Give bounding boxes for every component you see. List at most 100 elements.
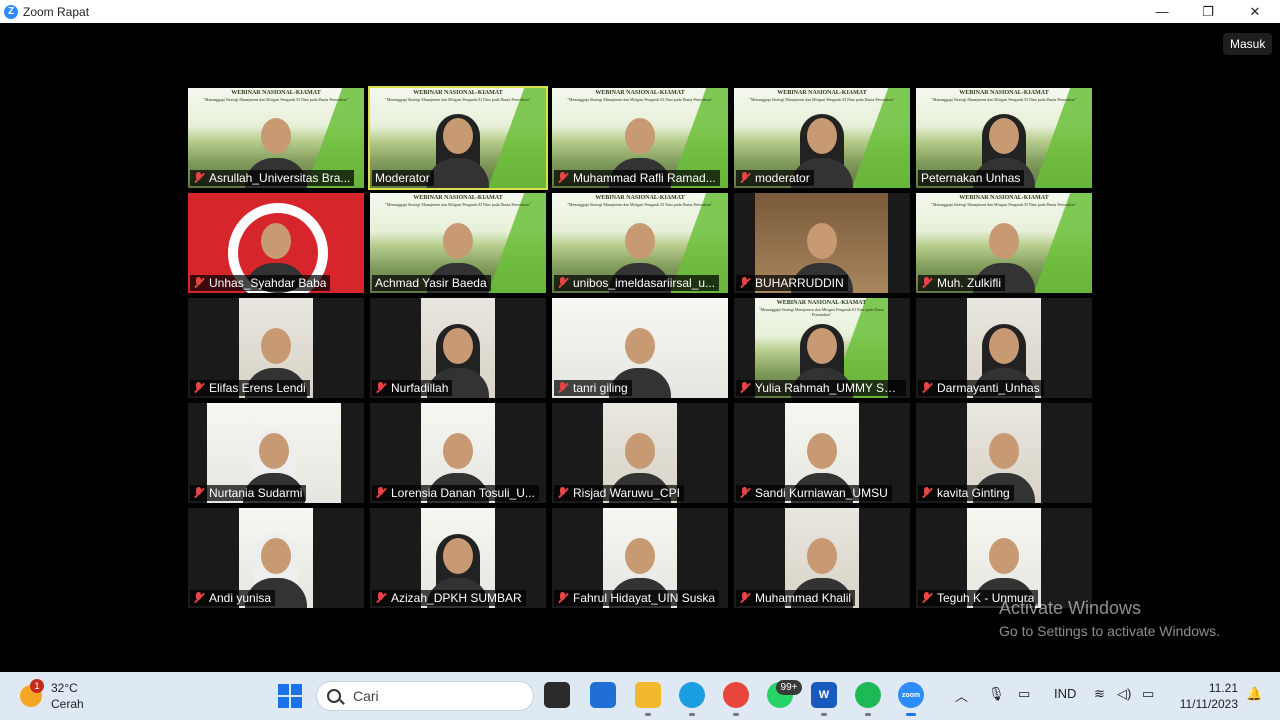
word-icon[interactable]: W — [811, 682, 837, 708]
whatsapp-badge: 99+ — [776, 680, 802, 695]
participant-tile[interactable]: WEBINAR NASIONAL-KIAMAT "Menanggapi Strat… — [734, 298, 910, 398]
participant-name: kavita Ginting — [937, 486, 1010, 500]
banner-subtitle: "Menanggapi Strategi Manajemen dan Mitig… — [749, 97, 895, 102]
participant-tile[interactable]: WEBINAR NASIONAL-KIAMAT "Menanggapi Strat… — [552, 88, 728, 188]
microsoft-store-icon[interactable] — [590, 682, 616, 708]
participant-name: Nurtania Sudarmi — [209, 486, 303, 500]
banner-title: WEBINAR NASIONAL-KIAMAT — [776, 300, 867, 306]
language-indicator[interactable]: IND — [1054, 686, 1076, 701]
participant-name-bar: Lorensia Danan Tosuli_U... — [372, 485, 539, 501]
participant-name-bar: Moderator — [372, 170, 434, 186]
participant-name: unibos_imeldasariirsal_u... — [573, 276, 716, 290]
participant-name-bar: Andi yunisa — [190, 590, 276, 606]
participant-tile[interactable]: Elifas Erens Lendi — [188, 298, 364, 398]
banner-title: WEBINAR NASIONAL-KIAMAT — [777, 90, 867, 96]
clock[interactable]: 11.21 11/11/2023 — [1172, 680, 1238, 712]
mic-muted-icon — [193, 592, 205, 604]
mic-muted-icon — [193, 382, 205, 394]
volume-icon[interactable]: ◁) — [1117, 686, 1131, 702]
wifi-icon[interactable]: ≋ — [1094, 686, 1105, 702]
participant-name-bar: moderator — [736, 170, 814, 186]
task-view-icon[interactable] — [544, 682, 570, 708]
banner-title: WEBINAR NASIONAL-KIAMAT — [595, 90, 685, 96]
participant-name: Asrullah_Universitas Bra... — [209, 171, 351, 185]
participant-name-bar: Yulia Rahmah_UMMY Sol... — [736, 380, 906, 396]
chevron-up-icon[interactable]: ︿ — [955, 686, 968, 705]
mic-muted-icon — [557, 487, 569, 499]
participant-name: Sandi Kurniawan_UMSU — [755, 486, 888, 500]
zoom-icon[interactable]: zoom — [898, 682, 924, 708]
participant-tile[interactable]: Muhammad Khalil — [734, 508, 910, 608]
enter-button[interactable]: Masuk — [1223, 33, 1273, 55]
participant-name-bar: Azizah_DPKH SUMBAR — [372, 590, 526, 606]
participant-name: Muhammad Khalil — [755, 591, 852, 605]
participant-tile[interactable]: tanri giling — [552, 298, 728, 398]
maximize-button[interactable]: ❐ — [1185, 0, 1231, 23]
chrome-icon[interactable] — [723, 682, 749, 708]
mic-muted-icon — [921, 487, 933, 499]
taskbar-search[interactable]: Cari — [316, 681, 534, 711]
windows-start-icon[interactable] — [278, 684, 302, 708]
participant-name-bar: Sandi Kurniawan_UMSU — [736, 485, 892, 501]
zoom-logo-icon: Z — [4, 4, 18, 19]
taskbar: 1 32°C Cerah Cari 99+ W zoom ︿ 🎙 ▭ IND ≋… — [0, 672, 1280, 720]
mic-muted-icon — [921, 592, 933, 604]
participant-name-bar: Risjad Waruwu_CPI — [554, 485, 684, 501]
participant-name: Achmad Yasir Baeda — [375, 276, 487, 290]
participant-tile[interactable]: WEBINAR NASIONAL-KIAMAT "Menanggapi Strat… — [552, 193, 728, 293]
participant-tile[interactable]: kavita Ginting — [916, 403, 1092, 503]
participant-name-bar: Nurtania Sudarmi — [190, 485, 307, 501]
participant-tile[interactable]: WEBINAR NASIONAL-KIAMAT "Menanggapi Strat… — [368, 86, 548, 190]
participant-name: Andi yunisa — [209, 591, 272, 605]
participant-name-bar: Darmayanti_Unhas — [918, 380, 1044, 396]
mic-muted-icon — [921, 382, 933, 394]
clock-date: 11/11/2023 — [1179, 697, 1238, 711]
participant-name: BUHARRUDDIN — [755, 276, 844, 290]
participant-name: moderator — [755, 171, 810, 185]
sun-icon: 1 — [20, 679, 44, 707]
participant-tile[interactable]: Nurfadillah — [370, 298, 546, 398]
participant-tile[interactable]: Andi yunisa — [188, 508, 364, 608]
participant-tile[interactable]: Teguh K - Unmura — [916, 508, 1092, 608]
participant-tile[interactable]: Fahrul Hidayat_UIN Suska — [552, 508, 728, 608]
participant-tile[interactable]: Azizah_DPKH SUMBAR — [370, 508, 546, 608]
participant-tile[interactable]: WEBINAR NASIONAL-KIAMAT "Menanggapi Strat… — [370, 193, 546, 293]
participant-name-bar: Peternakan Unhas — [918, 170, 1025, 186]
mic-muted-icon — [739, 592, 751, 604]
participant-tile[interactable]: Risjad Waruwu_CPI — [552, 403, 728, 503]
participant-tile[interactable]: BUHARRUDDIN — [734, 193, 910, 293]
banner-title: WEBINAR NASIONAL-KIAMAT — [231, 90, 321, 96]
participant-tile[interactable]: Lorensia Danan Tosuli_U... — [370, 403, 546, 503]
close-button[interactable]: ✕ — [1232, 0, 1278, 23]
participant-tile[interactable]: WEBINAR NASIONAL-KIAMAT "Menanggapi Strat… — [916, 88, 1092, 188]
folder-icon[interactable] — [635, 682, 661, 708]
banner-title: WEBINAR NASIONAL-KIAMAT — [413, 90, 503, 96]
banner-subtitle: "Menanggapi Strategi Manajemen dan Mitig… — [931, 97, 1077, 102]
bell-icon[interactable]: 🔔 — [1246, 686, 1262, 702]
banner-title: WEBINAR NASIONAL-KIAMAT — [959, 90, 1049, 96]
weather-condition: Cerah — [51, 697, 84, 711]
battery-icon[interactable]: ▭ — [1142, 686, 1154, 702]
banner-subtitle: "Menanggapi Strategi Manajemen dan Mitig… — [567, 202, 713, 207]
participant-name-bar: kavita Ginting — [918, 485, 1014, 501]
participant-tile[interactable]: Sandi Kurniawan_UMSU — [734, 403, 910, 503]
weather-widget[interactable]: 1 32°C Cerah — [20, 679, 84, 712]
participant-tile[interactable]: WEBINAR NASIONAL-KIAMAT "Menanggapi Strat… — [916, 193, 1092, 293]
mic-muted-icon — [739, 277, 751, 289]
spotify-icon[interactable] — [855, 682, 881, 708]
banner-subtitle: "Menanggapi Strategi Manajemen dan Mitig… — [203, 97, 349, 102]
participant-name-bar: Asrullah_Universitas Bra... — [190, 170, 355, 186]
mic-icon[interactable]: 🎙 — [988, 686, 1005, 702]
mic-muted-icon — [557, 382, 569, 394]
participant-tile[interactable]: WEBINAR NASIONAL-KIAMAT "Menanggapi Strat… — [188, 88, 364, 188]
participant-tile[interactable]: Nurtania Sudarmi — [188, 403, 364, 503]
weather-badge: 1 — [30, 679, 44, 693]
participant-tile[interactable]: WEBINAR NASIONAL-KIAMAT "Menanggapi Strat… — [734, 88, 910, 188]
minimize-button[interactable]: — — [1139, 0, 1185, 23]
mic-muted-icon — [375, 487, 387, 499]
banner-title: WEBINAR NASIONAL-KIAMAT — [595, 195, 685, 201]
participant-tile[interactable]: Unhas_Syahdar Baba — [188, 193, 364, 293]
display-icon[interactable]: ▭ — [1018, 686, 1030, 702]
participant-tile[interactable]: Darmayanti_Unhas — [916, 298, 1092, 398]
edge-icon[interactable] — [679, 682, 705, 708]
